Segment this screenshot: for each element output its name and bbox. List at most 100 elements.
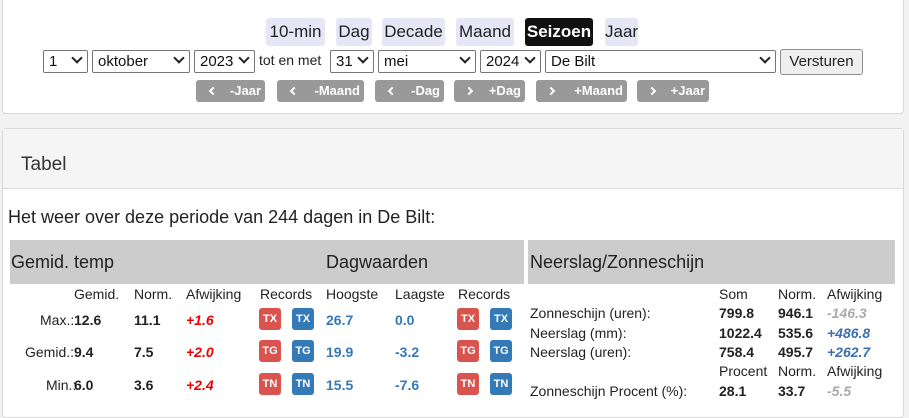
record-high-badge[interactable]: TX (259, 308, 281, 330)
precip-afw-value: -146.3 (827, 305, 867, 321)
nav-label: -Maand (314, 83, 361, 98)
precip-section-bar: Neerslag/Zonneschijn (528, 240, 895, 284)
col-header-procent: Procent (719, 363, 768, 379)
chevron-left-icon (387, 86, 397, 96)
record-high-badge[interactable]: TN (259, 373, 281, 395)
prev-day-button[interactable]: -Dag (375, 80, 444, 102)
chevron-down-icon (459, 52, 471, 64)
chevron-down-icon (357, 52, 369, 64)
precip-row-label: Neerslag (uren): (530, 344, 632, 360)
to-day-value: 31 (336, 53, 353, 70)
table-panel-header: Tabel (3, 129, 903, 189)
to-month-value: mei (384, 53, 409, 70)
record-low-badge[interactable]: TG (292, 340, 314, 362)
day-section-title: Dagwaarden (326, 252, 429, 272)
chevron-down-icon (173, 52, 185, 64)
temp-hoogste-value: 19.9 (326, 344, 354, 360)
next-year-button[interactable]: +Jaar (637, 80, 709, 102)
col-header-records2: Records (458, 286, 511, 302)
precip-afw-value: +486.8 (827, 325, 871, 341)
nav-label: +Maand (574, 83, 623, 98)
temp-laagste-value: -3.2 (395, 344, 420, 360)
station-select[interactable]: De Bilt (545, 50, 776, 73)
temp-norm-value: 11.1 (134, 312, 161, 328)
record-high-badge[interactable]: TG (457, 340, 479, 362)
temp-gemid-value: 6.0 (74, 377, 94, 393)
temp-hoogste-value: 26.7 (326, 312, 354, 328)
temp-row-label: Gemid.: (25, 344, 75, 360)
precip-norm-value: 33.7 (778, 383, 806, 399)
col-header-afwijking: Afwijking (827, 286, 883, 302)
temp-afw-value: +1.6 (186, 312, 214, 328)
submit-button[interactable]: Versturen (780, 49, 863, 75)
tab-maand[interactable]: Maand (456, 18, 514, 46)
to-month-select[interactable]: mei (378, 50, 476, 73)
temp-hoogste-value: 15.5 (326, 377, 354, 393)
col-header-records: Records (260, 286, 313, 302)
prev-month-button[interactable]: -Maand (277, 80, 364, 102)
precip-norm-value: 535.6 (778, 325, 814, 341)
nav-label: -Dag (411, 83, 440, 98)
precip-som-value: 799.8 (719, 305, 755, 321)
prev-year-button[interactable]: -Jaar (196, 80, 265, 102)
tab-decade[interactable]: Decade (382, 18, 445, 46)
precip-section-title: Neerslag/Zonneschijn (530, 252, 705, 272)
temp-laagste-value: -7.6 (395, 377, 420, 393)
nav-label: +Jaar (670, 83, 705, 98)
from-month-select[interactable]: oktober (92, 50, 190, 73)
col-header-hoogste: Hoogste (326, 286, 379, 302)
to-year-select[interactable]: 2024 (480, 50, 541, 73)
tab-seizoen[interactable]: Seizoen (525, 18, 593, 46)
nav-label: -Jaar (229, 83, 261, 98)
col-header-gemid: Gemid. (74, 286, 120, 302)
from-month-value: oktober (98, 53, 149, 70)
chevron-left-icon (289, 86, 299, 96)
temp-row-label: Min.: (46, 377, 77, 393)
from-year-value: 2023 (200, 53, 234, 70)
tab-jaar[interactable]: Jaar (605, 18, 638, 46)
col-header-afwijking: Afwijking (186, 286, 242, 302)
next-day-button[interactable]: +Dag (454, 80, 525, 102)
temp-row-label: Max.: (40, 312, 75, 328)
record-low-badge[interactable]: TX (292, 308, 314, 330)
tab-10min[interactable]: 10-min (266, 18, 325, 46)
temp-afw-value: +2.4 (186, 377, 214, 393)
precip-som-value: 758.4 (719, 344, 755, 360)
record-low-badge[interactable]: TG (490, 340, 512, 362)
panel-title: Tabel (21, 154, 67, 175)
tab-dag[interactable]: Dag (336, 18, 372, 46)
station-value: De Bilt (551, 53, 596, 70)
to-day-select[interactable]: 31 (330, 50, 374, 73)
record-low-badge[interactable]: TN (292, 373, 314, 395)
precip-som-value: 1022.4 (719, 325, 762, 341)
chevron-left-icon (208, 86, 218, 96)
next-month-button[interactable]: +Maand (536, 80, 627, 102)
col-header-som: Som (719, 286, 748, 302)
from-day-value: 1 (49, 53, 58, 70)
record-high-badge[interactable]: TX (457, 308, 479, 330)
precip-row-label: Zonneschijn (uren): (530, 305, 651, 321)
from-day-select[interactable]: 1 (43, 50, 88, 73)
precip-afw-value: +262.7 (827, 344, 871, 360)
from-year-select[interactable]: 2023 (194, 50, 255, 73)
temp-laagste-value: 0.0 (395, 312, 415, 328)
record-low-badge[interactable]: TX (490, 308, 512, 330)
chevron-right-icon (546, 86, 556, 96)
precip-som-value: 28.1 (719, 383, 747, 399)
col-header-norm: Norm. (134, 286, 173, 302)
chevron-down-icon (238, 52, 250, 64)
col-header-norm: Norm. (778, 363, 817, 379)
temp-gemid-value: 9.4 (74, 344, 94, 360)
temp-afw-value: +2.0 (186, 344, 214, 360)
record-high-badge[interactable]: TG (259, 340, 281, 362)
precip-afw-value: -5.5 (827, 383, 852, 399)
chevron-down-icon (71, 52, 83, 64)
temp-norm-value: 3.6 (134, 377, 154, 393)
precip-norm-value: 946.1 (778, 305, 814, 321)
record-high-badge[interactable]: TN (457, 373, 479, 395)
record-low-badge[interactable]: TN (490, 373, 512, 395)
temp-section-title: Gemid. temp (11, 252, 115, 272)
temp-section-bar: Gemid. temp Dagwaarden (10, 240, 524, 284)
precip-norm-value: 495.7 (778, 344, 814, 360)
nav-label: +Dag (488, 83, 521, 98)
